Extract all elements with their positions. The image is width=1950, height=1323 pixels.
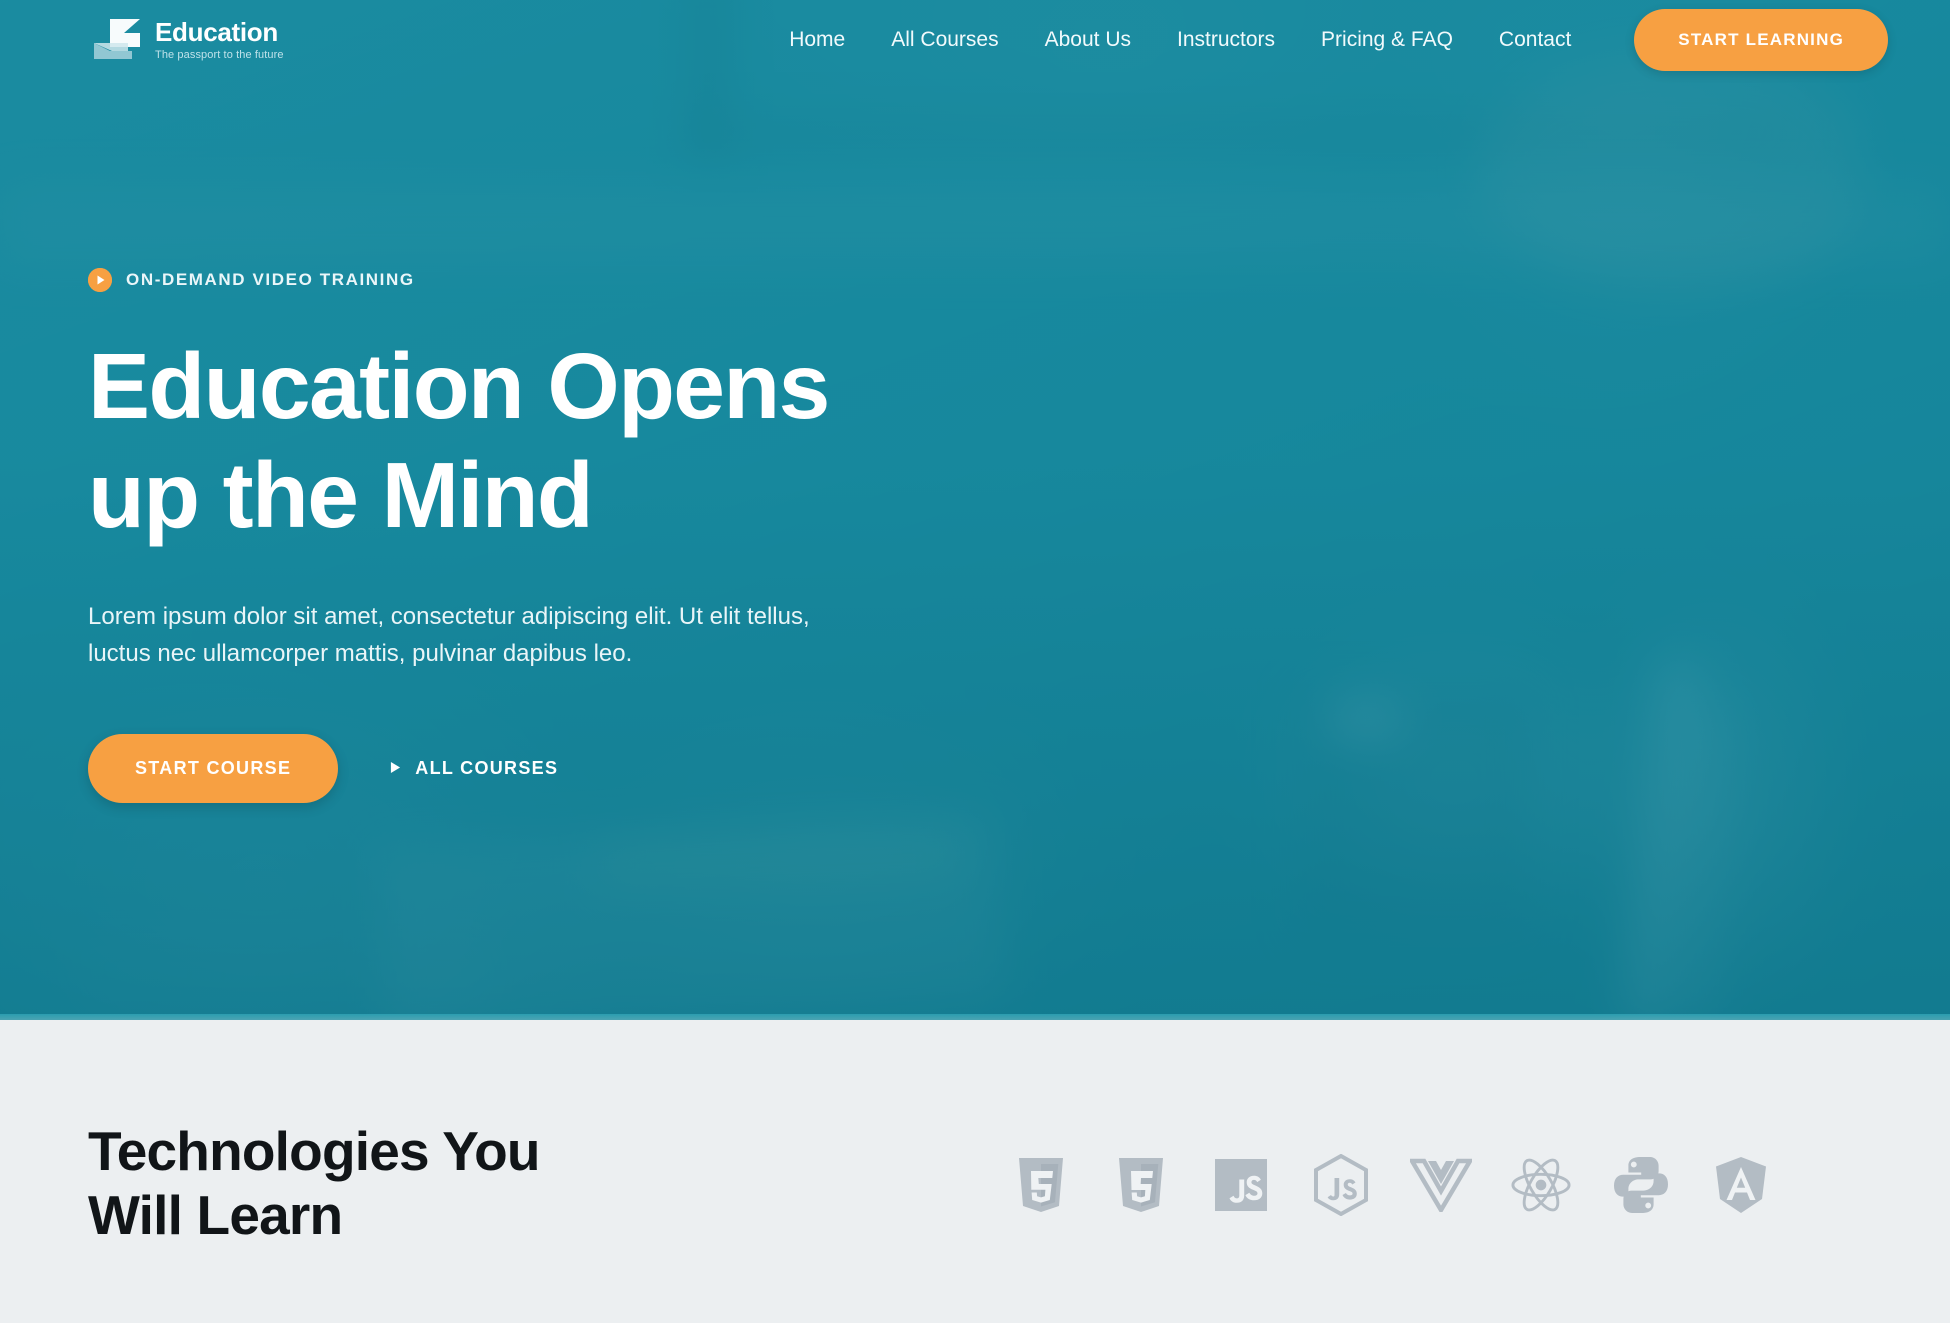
technology-logos <box>1010 1128 1862 1216</box>
all-courses-link[interactable]: ALL COURSES <box>390 758 558 779</box>
primary-navigation: Home All Courses About Us Instructors Pr… <box>766 9 1888 71</box>
site-header: Education The passport to the future Hom… <box>0 0 1950 80</box>
start-learning-button[interactable]: START LEARNING <box>1634 9 1888 71</box>
hero-title: Education Opens up the Mind <box>88 332 1088 550</box>
nav-instructors[interactable]: Instructors <box>1154 18 1298 62</box>
technologies-section: Technologies You Will Learn <box>0 1020 1950 1323</box>
nav-home[interactable]: Home <box>766 18 868 62</box>
css3-icon <box>1110 1154 1172 1216</box>
all-courses-link-label: ALL COURSES <box>415 757 559 778</box>
technologies-title-line-1: Technologies You <box>88 1119 541 1182</box>
hero-title-line-1: Education Opens <box>88 334 830 438</box>
react-icon <box>1510 1154 1572 1216</box>
brand-name: Education <box>155 17 278 47</box>
javascript-icon <box>1210 1154 1272 1216</box>
hero-eyebrow: ON-DEMAND VIDEO TRAINING <box>88 268 1950 292</box>
play-triangle-icon <box>390 758 401 779</box>
html5-icon <box>1010 1154 1072 1216</box>
hero-title-line-2: up the Mind <box>88 442 594 547</box>
nav-pricing-faq[interactable]: Pricing & FAQ <box>1298 18 1476 62</box>
hero-content: ON-DEMAND VIDEO TRAINING Education Opens… <box>0 80 1950 803</box>
hero-eyebrow-text: ON-DEMAND VIDEO TRAINING <box>126 270 415 289</box>
hero-description: Lorem ipsum dolor sit amet, consectetur … <box>88 598 968 672</box>
start-course-button[interactable]: START COURSE <box>88 733 339 803</box>
brand-tagline: The passport to the future <box>155 49 284 61</box>
brand-logo[interactable]: Education The passport to the future <box>88 17 284 63</box>
vuejs-icon <box>1410 1154 1472 1216</box>
hero-description-line-2: luctus nec ullamcorper mattis, pulvinar … <box>88 639 633 667</box>
nav-all-courses[interactable]: All Courses <box>868 18 1021 62</box>
nav-contact[interactable]: Contact <box>1476 18 1594 62</box>
hero-actions: START COURSE ALL COURSES <box>88 733 1950 803</box>
play-circle-icon <box>88 268 112 292</box>
angular-icon <box>1710 1154 1772 1216</box>
hero-description-line-1: Lorem ipsum dolor sit amet, consectetur … <box>88 602 810 630</box>
nav-about-us[interactable]: About Us <box>1022 18 1154 62</box>
python-icon <box>1610 1154 1672 1216</box>
arrow-flag-logo-icon <box>88 17 146 63</box>
hero-section: Education The passport to the future Hom… <box>0 0 1950 1020</box>
nodejs-icon <box>1310 1153 1372 1216</box>
technologies-title: Technologies You Will Learn <box>88 1096 541 1248</box>
technologies-title-line-2: Will Learn <box>88 1183 343 1246</box>
